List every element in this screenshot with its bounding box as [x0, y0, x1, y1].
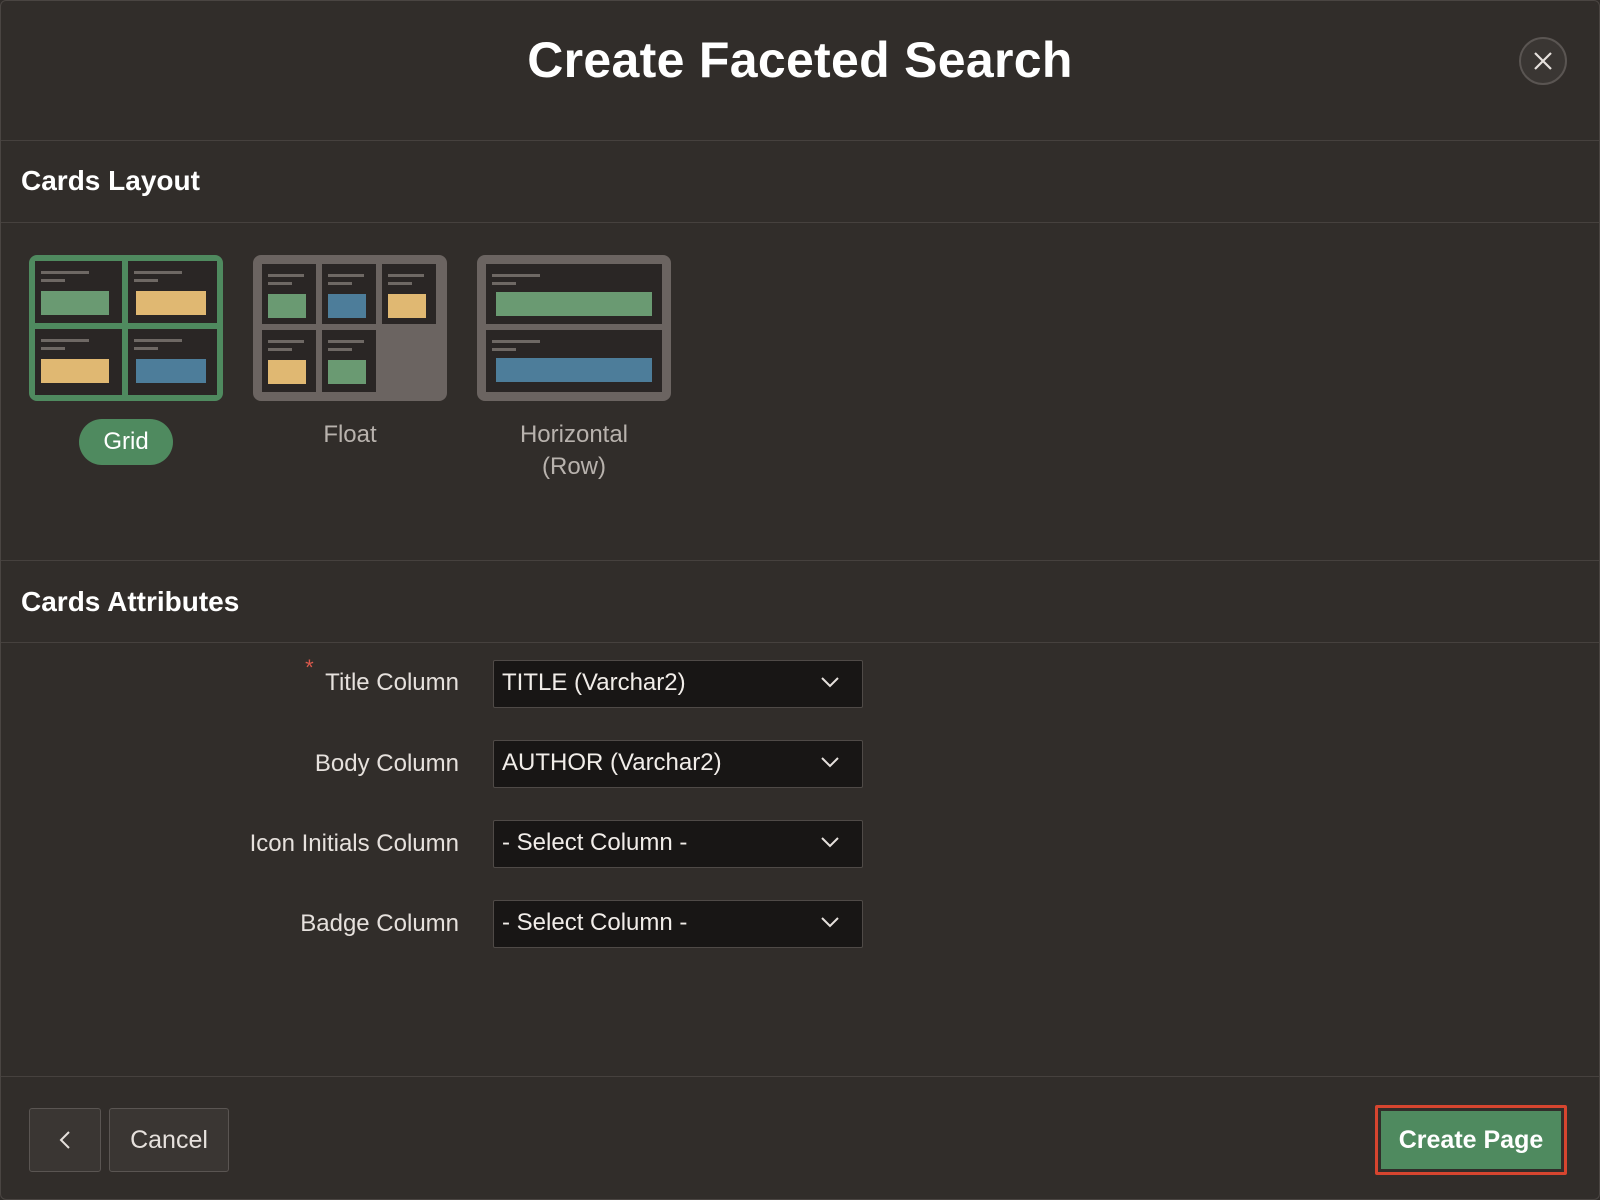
layout-option-horizontal[interactable]: Horizontal (Row) — [477, 255, 671, 483]
chevron-down-icon — [821, 757, 839, 768]
body-column-value: AUTHOR (Varchar2) — [502, 749, 722, 776]
title-column-value: TITLE (Varchar2) — [502, 669, 686, 696]
cancel-button[interactable]: Cancel — [109, 1108, 229, 1172]
cards-layout-heading: Cards Layout — [21, 165, 200, 196]
badge-column-label: Badge Column — [300, 910, 459, 937]
section-divider — [1, 560, 1599, 561]
layout-label-float: Float — [323, 421, 377, 448]
title-column-label: * Title Column — [305, 655, 459, 697]
badge-column-value: - Select Column - — [502, 909, 688, 936]
badge-column-select[interactable]: - Select Column - — [493, 900, 863, 948]
layout-option-grid[interactable]: Grid — [29, 255, 223, 465]
icon-initials-column-value: - Select Column - — [502, 829, 688, 856]
float-layout-thumbnail — [253, 255, 447, 401]
horizontal-layout-thumbnail — [477, 255, 671, 401]
close-icon — [1534, 52, 1552, 70]
layout-label-horizontal: Horizontal (Row) — [477, 419, 671, 483]
section-divider — [1, 642, 1599, 643]
back-button[interactable] — [29, 1108, 101, 1172]
icon-initials-column-label: Icon Initials Column — [249, 830, 459, 857]
create-page-button[interactable]: Create Page — [1375, 1105, 1567, 1175]
layout-label-horizontal-line1: Horizontal — [519, 421, 629, 448]
layout-label-horizontal-line2: (Row) — [542, 453, 606, 480]
body-column-select[interactable]: AUTHOR (Varchar2) — [493, 740, 863, 788]
required-marker: * — [305, 655, 314, 680]
create-page-button-label: Create Page — [1381, 1111, 1561, 1169]
chevron-down-icon — [821, 917, 839, 928]
chevron-left-icon — [59, 1131, 70, 1149]
icon-initials-column-select[interactable]: - Select Column - — [493, 820, 863, 868]
layout-option-float[interactable]: Float — [253, 255, 447, 451]
cards-attributes-heading: Cards Attributes — [21, 586, 240, 617]
grid-layout-thumbnail — [29, 255, 223, 401]
layout-label-grid: Grid — [79, 419, 173, 465]
dialog-title: Create Faceted Search — [527, 32, 1073, 88]
create-faceted-search-dialog: Create Faceted Search Cards Layout Grid … — [0, 0, 1600, 1200]
body-column-label: Body Column — [314, 750, 459, 777]
chevron-down-icon — [821, 677, 839, 688]
footer-divider — [1, 1076, 1599, 1077]
dialog-header: Create Faceted Search — [1, 1, 1599, 141]
close-button[interactable] — [1519, 37, 1567, 85]
chevron-down-icon — [821, 837, 839, 848]
section-divider — [1, 222, 1599, 223]
title-column-select[interactable]: TITLE (Varchar2) — [493, 660, 863, 708]
title-column-label-text: Title Column — [325, 669, 459, 696]
